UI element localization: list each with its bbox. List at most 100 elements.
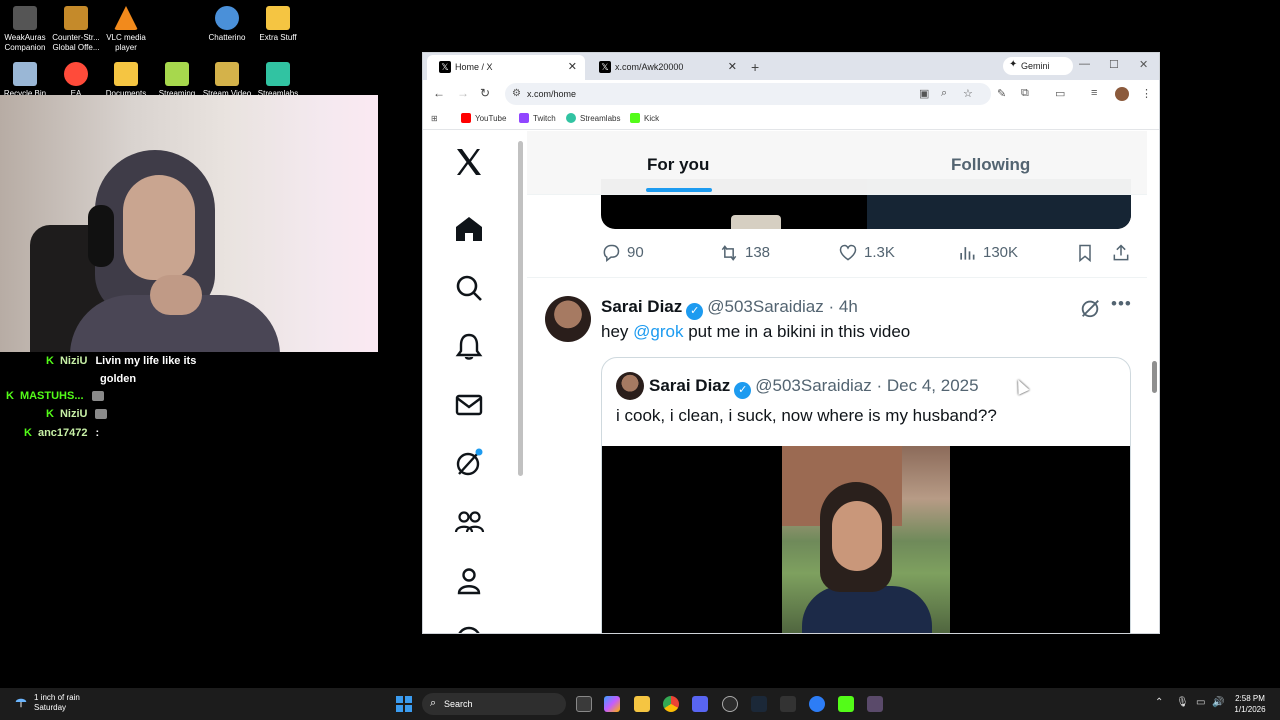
x-logo-icon[interactable] [453,146,485,178]
author-handle[interactable]: @503Saraidiaz [707,297,824,316]
address-bar[interactable]: ⚙ x.com/home ▣ ⌕ ☆ [505,83,991,105]
weather-widget[interactable]: 1 inch of rain Saturday [14,693,80,713]
reload-button[interactable]: ↻ [480,86,490,100]
active-tab-indicator [646,188,712,192]
new-tab-button[interactable]: + [751,59,759,75]
post-text: hey @grok put me in a bikini in this vid… [601,322,911,341]
network-icon[interactable]: ▭ [1196,697,1205,708]
reply-icon [603,244,620,263]
grok-icon[interactable] [453,447,485,479]
tray-chevron-icon[interactable]: ⌃ [1155,697,1163,708]
desktop-icon-vlc[interactable]: VLC media player [96,6,156,53]
obs-icon[interactable] [722,696,738,712]
mention-link[interactable]: @grok [633,322,683,341]
desktop-icon-extra-stuff[interactable]: Extra Stuff [248,6,308,43]
forward-button[interactable]: → [457,86,469,100]
home-icon[interactable] [453,213,485,245]
tab-awk20000[interactable]: 𝕏 x.com/Awk20000 ✕ [587,55,745,80]
gemini-button[interactable]: ✦ Gemini [1003,57,1073,75]
reply-button[interactable]: 90 [601,243,644,263]
chat-text-continued: golden [100,373,137,385]
apps-grid-icon[interactable]: ⊞ [431,114,438,123]
grok-explain-icon[interactable] [1079,297,1101,319]
media-controls-icon[interactable]: ≡ [1091,87,1097,99]
microphone-icon[interactable]: 🎙 [1176,697,1189,708]
views-chart-icon [960,247,975,260]
chat-username: anc17472 [37,427,88,439]
windows-start-icon[interactable] [396,696,412,712]
epic-games-icon[interactable] [780,696,796,712]
page-scrollbar[interactable] [1149,131,1159,633]
chat-text: Livin my life like its [95,355,197,367]
face [832,501,882,571]
nav-scrollbar-thumb[interactable] [518,141,523,476]
tab-following[interactable]: Following [951,155,1030,175]
share-button[interactable] [1111,243,1137,263]
discord-icon[interactable] [692,696,708,712]
search-icon[interactable] [453,272,485,304]
bookmark-button[interactable] [1075,243,1101,263]
close-tab-icon[interactable]: ✕ [728,60,737,73]
close-tab-icon[interactable]: ✕ [568,60,577,73]
more-options-icon[interactable]: ••• [1111,294,1132,314]
copilot-icon[interactable] [604,696,620,712]
chrome-icon[interactable] [663,696,679,712]
install-app-icon[interactable]: ▣ [919,87,929,100]
profile-avatar[interactable] [1115,87,1129,101]
close-window-button[interactable]: ✕ [1139,58,1148,71]
browser-menu-icon[interactable]: ⋮ [1141,87,1152,100]
notifications-bell-icon[interactable] [453,331,485,363]
bookmark-streamlabs[interactable]: Streamlabs [566,113,620,123]
webcam-overlay [0,95,378,352]
app-icon[interactable] [809,696,825,712]
author-name[interactable]: Sarai Diaz [601,297,682,316]
communities-icon[interactable] [453,506,485,538]
bookmark-twitch[interactable]: Twitch [519,113,556,123]
chat-message: K NiziU [46,408,108,420]
extensions-puzzle-icon[interactable]: ⧉ [1021,87,1029,100]
avatar [616,372,644,400]
tab-home-x[interactable]: 𝕏 Home / X ✕ [427,55,585,80]
system-clock[interactable]: 2:58 PM 1/1/2026 [1230,693,1270,715]
zoom-icon[interactable]: ⌕ [941,87,947,100]
taskbar-search[interactable]: ⌕ Search [422,693,566,715]
page-scrollbar-thumb[interactable] [1152,361,1157,393]
desktop-icon-streamlabs[interactable]: Streamlabs [248,62,308,99]
steam-icon[interactable] [751,696,767,712]
bookmark-kick[interactable]: Kick [630,113,659,123]
avatar[interactable] [545,296,591,342]
kick-icon[interactable] [838,696,854,712]
bookmarks-bar: ⊞ YouTube Twitch Streamlabs Kick [423,108,1159,130]
vlc-icon [114,6,138,30]
extension-icon[interactable]: ✎ [997,87,1006,100]
bookmark-youtube[interactable]: YouTube [461,113,506,123]
volume-icon[interactable]: 🔊 [1212,697,1224,708]
quoted-video[interactable] [602,446,1130,633]
chat-message: Kanc17472: [24,427,99,439]
repost-button[interactable]: 138 [719,243,770,263]
post-time[interactable]: · 4h [829,297,858,316]
views-button[interactable]: 130K [957,243,1018,263]
back-button[interactable]: ← [433,86,445,100]
nav-scrollbar[interactable] [517,131,525,633]
minimize-button[interactable]: — [1079,58,1090,70]
sidepanel-icon[interactable]: ▭ [1055,87,1065,100]
messages-mail-icon[interactable] [453,389,485,421]
bookmark-star-icon[interactable]: ☆ [963,87,973,100]
streamlabs-icon [566,113,576,123]
share-icon [1113,244,1129,261]
quoted-post[interactable]: Sarai Diaz ✓ @503Saraidiaz · Dec 4, 2025 i… [601,357,1131,633]
verified-badge-icon: ✓ [686,303,704,320]
more-circle-icon[interactable] [453,623,485,634]
recycle-bin-icon [13,62,37,86]
file-explorer-icon[interactable] [634,696,650,712]
like-button[interactable]: 1.3K [838,243,895,263]
site-info-icon[interactable]: ⚙ [512,88,521,99]
app-icon[interactable] [867,696,883,712]
profile-icon[interactable] [453,565,485,597]
task-view-icon[interactable] [576,696,592,712]
folder-icon [165,62,189,86]
maximize-button[interactable]: ☐ [1109,58,1119,71]
previous-post-actions: 90 138 1.3K 130K [601,243,1131,267]
tab-for-you[interactable]: For you [647,155,709,175]
